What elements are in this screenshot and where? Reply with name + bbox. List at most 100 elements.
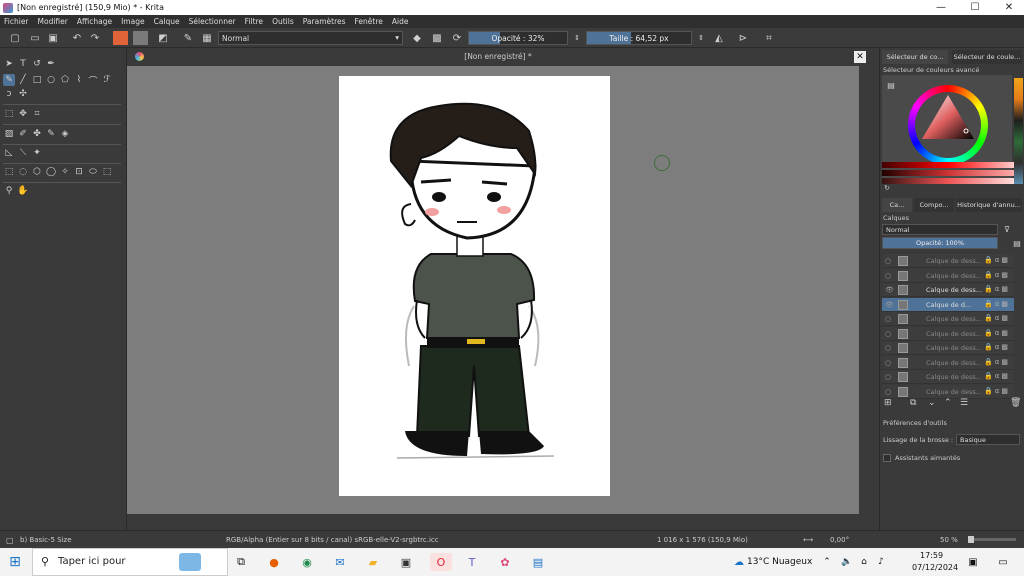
- gradient-tool-icon[interactable]: ▨: [3, 128, 15, 140]
- layer-row[interactable]: ○ Calque de dess... 🔒α▩: [882, 326, 1014, 341]
- undo-icon[interactable]: ↶: [70, 31, 84, 45]
- freehand-select-icon[interactable]: ◯: [45, 166, 57, 178]
- rect-select-icon[interactable]: ⬚: [3, 166, 15, 178]
- delete-layer-icon[interactable]: 🗑: [1010, 398, 1021, 408]
- menu-fenetre[interactable]: Fenêtre: [355, 17, 383, 26]
- polygon-tool-icon[interactable]: ⬠: [59, 74, 71, 86]
- menu-calque[interactable]: Calque: [154, 17, 180, 26]
- smoothing-select[interactable]: Basique: [956, 434, 1020, 445]
- app-taskbar-icon[interactable]: ▤: [529, 553, 547, 571]
- tray-chevron-icon[interactable]: ⌃: [818, 553, 836, 571]
- menu-fichier[interactable]: Fichier: [4, 17, 29, 26]
- reference-images-icon[interactable]: ✦: [31, 147, 43, 159]
- crop-tool-icon[interactable]: ⌗: [31, 108, 43, 120]
- menu-aide[interactable]: Aide: [392, 17, 409, 26]
- move-layer-up-icon[interactable]: ⌃: [944, 398, 952, 408]
- color-picker-icon[interactable]: ✐: [17, 128, 29, 140]
- blend-mode-select[interactable]: Normal ▾: [218, 31, 403, 45]
- layer-lock-alpha-icons[interactable]: 🔒α▩: [984, 314, 1010, 322]
- line-tool-icon[interactable]: ╱: [17, 74, 29, 86]
- visibility-eye-icon[interactable]: ○: [885, 359, 893, 367]
- layer-row[interactable]: ○ Calque de dess... 🔒α▩: [882, 355, 1014, 370]
- file-explorer-icon[interactable]: ▰: [364, 553, 382, 571]
- visibility-eye-icon[interactable]: ○: [885, 330, 893, 338]
- speaker-icon[interactable]: ♪: [872, 553, 890, 571]
- freehand-brush-icon[interactable]: ✎: [3, 74, 15, 86]
- store-icon[interactable]: ▣: [397, 553, 415, 571]
- menu-image[interactable]: Image: [121, 17, 145, 26]
- app-tray-icon[interactable]: ▣: [964, 553, 982, 571]
- eraser-icon[interactable]: ◆: [410, 31, 424, 45]
- menu-affichage[interactable]: Affichage: [77, 17, 112, 26]
- redo-icon[interactable]: ↷: [88, 31, 102, 45]
- tab-composition[interactable]: Compo...: [914, 198, 954, 212]
- layer-row[interactable]: 👁 Calque de d... 🔒α▩: [882, 297, 1014, 312]
- move-layer-down-icon[interactable]: ⌄: [928, 398, 936, 408]
- zoom-slider[interactable]: [968, 536, 1016, 543]
- windows-start-icon[interactable]: ⊞: [6, 553, 24, 571]
- polyline-tool-icon[interactable]: ⌇: [73, 74, 85, 86]
- visibility-eye-icon[interactable]: ○: [885, 257, 893, 265]
- task-view-icon[interactable]: ⧉: [232, 553, 250, 571]
- teams-icon[interactable]: T: [463, 553, 481, 571]
- bezier-select-icon[interactable]: ⬭: [87, 166, 99, 178]
- ellipse-select-icon[interactable]: ◌: [17, 166, 29, 178]
- open-document-icon[interactable]: ▭: [28, 31, 42, 45]
- similar-select-icon[interactable]: ⊡: [73, 166, 85, 178]
- close-document-button[interactable]: ✕: [854, 51, 866, 63]
- edit-shape-icon[interactable]: ↺: [31, 58, 43, 70]
- refresh-color-icon[interactable]: ↻: [880, 181, 894, 195]
- rotation-icon[interactable]: ⟷: [803, 536, 813, 544]
- layer-blend-select[interactable]: Normal: [882, 224, 998, 235]
- assistant-tool-icon[interactable]: ◺: [3, 147, 15, 159]
- layer-lock-alpha-icons[interactable]: 🔒α▩: [984, 329, 1010, 337]
- filter-layers-icon[interactable]: ⊽: [1000, 222, 1014, 236]
- layer-row[interactable]: ○ Calque de dess... 🔒α▩: [882, 341, 1014, 355]
- pan-tool-icon[interactable]: ✋: [17, 185, 29, 197]
- rectangle-tool-icon[interactable]: □: [31, 74, 43, 86]
- menu-modifier[interactable]: Modifier: [38, 17, 68, 26]
- layer-properties-icon[interactable]: ☰: [960, 398, 968, 408]
- colorize-mask-icon[interactable]: ✤: [31, 128, 43, 140]
- minimize-button[interactable]: —: [926, 0, 956, 15]
- zoom-slider-handle[interactable]: [968, 536, 974, 543]
- smart-patch-icon[interactable]: ✎: [45, 128, 57, 140]
- layer-lock-alpha-icons[interactable]: 🔒α▩: [984, 387, 1010, 395]
- weather-icon[interactable]: ☁: [730, 553, 748, 571]
- magnetic-assistants-checkbox[interactable]: [883, 454, 891, 462]
- add-layer-icon[interactable]: ⊞: [884, 398, 892, 408]
- tab-color-selector-2[interactable]: Sélecteur de coule...: [952, 50, 1022, 64]
- visibility-eye-icon[interactable]: 👁: [885, 301, 894, 309]
- brush-preset-icon[interactable]: ✎: [181, 31, 195, 45]
- visibility-eye-icon[interactable]: ○: [885, 315, 893, 323]
- alpha-lock-icon[interactable]: ▩: [430, 31, 444, 45]
- layer-lock-alpha-icons[interactable]: 🔒α▩: [984, 256, 1010, 264]
- ellipse-tool-icon[interactable]: ○: [45, 74, 57, 86]
- color-strip-shade[interactable]: [882, 170, 1014, 176]
- calligraphy-icon[interactable]: ✒: [45, 58, 57, 70]
- layer-row[interactable]: ○ Calque de dess... 🔒α▩: [882, 370, 1014, 384]
- menu-parametres[interactable]: Paramètres: [303, 17, 346, 26]
- gradient-selector[interactable]: [113, 31, 128, 45]
- canvas-area[interactable]: [Non enregistré] * ✕: [127, 48, 869, 524]
- contiguous-select-icon[interactable]: ✧: [59, 166, 71, 178]
- layer-thumbnail-size-icon[interactable]: ▤: [1010, 236, 1024, 250]
- color-settings-icon[interactable]: ▤: [884, 78, 898, 92]
- reload-preset-icon[interactable]: ⟳: [450, 31, 464, 45]
- edge-icon[interactable]: ◉: [298, 553, 316, 571]
- visibility-eye-icon[interactable]: 👁: [885, 286, 894, 294]
- bezier-tool-icon[interactable]: ⌒: [87, 74, 99, 87]
- select-shape-icon[interactable]: ➤: [3, 58, 15, 70]
- menu-filtre[interactable]: Filtre: [245, 17, 263, 26]
- color-strip-tint[interactable]: [882, 178, 1014, 184]
- tab-color-selector[interactable]: Sélecteur de co...: [882, 50, 948, 64]
- clock-date[interactable]: 07/12/2024: [912, 563, 958, 572]
- size-stepper-icon[interactable]: ⇕: [694, 31, 708, 45]
- maximize-button[interactable]: ☐: [960, 0, 990, 15]
- fill-tool-icon[interactable]: ◈: [59, 128, 71, 140]
- vertical-scrollbar[interactable]: [859, 66, 869, 514]
- close-button[interactable]: ✕: [994, 0, 1024, 15]
- layer-lock-alpha-icons[interactable]: 🔒α▩: [984, 343, 1010, 351]
- duplicate-layer-icon[interactable]: ⧉: [910, 398, 916, 408]
- multibrush-icon[interactable]: ✣: [17, 88, 29, 100]
